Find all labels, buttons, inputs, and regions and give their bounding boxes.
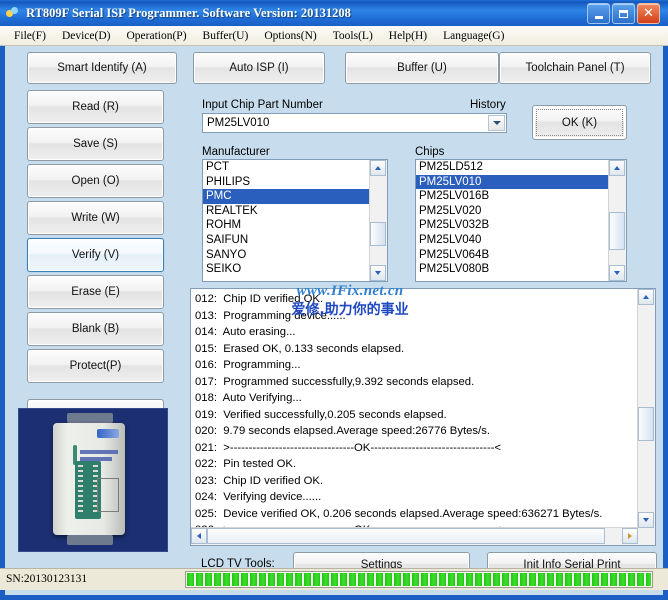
progress-bar-fill	[187, 573, 651, 586]
verify-button[interactable]: Verify (V)	[27, 238, 164, 272]
programmer-device-photo	[18, 408, 168, 552]
chips-label: Chips	[415, 146, 445, 158]
auto-isp-button[interactable]: Auto ISP (I)	[193, 52, 325, 84]
log-lines: 012: Chip ID verified OK. 013: Programmi…	[191, 291, 638, 536]
top-toolbar: Smart Identify (A) Auto ISP (I) Buffer (…	[5, 52, 663, 84]
minimize-button[interactable]	[587, 3, 610, 24]
list-item[interactable]: PM25LV080B	[416, 262, 609, 277]
buffer-button[interactable]: Buffer (U)	[345, 52, 499, 84]
list-item[interactable]: PM25LV064B	[416, 248, 609, 263]
ok-button[interactable]: OK (K)	[532, 105, 627, 140]
scroll-up-icon[interactable]	[609, 160, 625, 176]
smart-identify-button[interactable]: Smart Identify (A)	[27, 52, 177, 84]
serial-number-label: SN:20130123131	[6, 573, 88, 585]
menu-item-device[interactable]: Device(D)	[54, 28, 119, 44]
menu-item-buffer[interactable]: Buffer(U)	[195, 28, 257, 44]
menu-item-file[interactable]: File(F)	[6, 28, 54, 44]
read-button[interactable]: Read (R)	[27, 90, 164, 124]
log-line: 024: Verifying device......	[195, 491, 322, 503]
open-button[interactable]: Open (O)	[27, 164, 164, 198]
erase-button[interactable]: Erase (E)	[27, 275, 164, 309]
scroll-down-icon[interactable]	[370, 265, 386, 281]
list-item[interactable]: SANYO	[203, 248, 370, 263]
log-line: 015: Erased OK, 0.133 seconds elapsed.	[195, 342, 405, 355]
title-bar: RT809F Serial ISP Programmer. Software V…	[0, 0, 668, 26]
window-title: RT809F Serial ISP Programmer. Software V…	[26, 5, 351, 20]
manufacturer-rows: PCT PHILIPS PMC REALTEK ROHM SAIFUN SANY…	[203, 160, 370, 281]
list-item[interactable]: PM25LV032B	[416, 218, 609, 233]
blank-button[interactable]: Blank (B)	[27, 312, 164, 346]
scroll-down-icon[interactable]	[638, 512, 654, 528]
scrollbar-thumb[interactable]	[370, 222, 386, 246]
list-item[interactable]: PCT	[203, 160, 370, 175]
log-line: 023: Chip ID verified OK.	[195, 474, 324, 487]
manufacturer-scrollbar[interactable]	[369, 160, 387, 281]
close-button[interactable]: ✕	[637, 3, 660, 24]
log-line: 018: Auto Verifying...	[195, 392, 302, 404]
scrollbar-thumb-horizontal[interactable]	[207, 528, 605, 544]
scroll-down-icon[interactable]	[609, 265, 625, 281]
history-label: History	[470, 99, 506, 111]
list-item[interactable]: REALTEK	[203, 204, 370, 219]
window-controls: ✕	[587, 3, 660, 24]
chip-part-number-value: PM25LV010	[207, 117, 270, 129]
list-item-selected[interactable]: PM25LV010	[416, 174, 609, 190]
scroll-left-icon[interactable]	[191, 528, 207, 544]
log-line: 020: 9.79 seconds elapsed.Average speed:…	[195, 425, 490, 437]
protect-button[interactable]: Protect(P)	[27, 349, 164, 383]
status-bar: SN:20130123131	[0, 568, 668, 590]
chip-part-number-combobox[interactable]: PM25LV010	[202, 113, 507, 133]
list-item[interactable]: PM25LV020	[416, 204, 609, 219]
log-line: 014: Auto erasing...	[195, 326, 296, 338]
list-item[interactable]: SAIFUN	[203, 233, 370, 248]
scrollbar-thumb[interactable]	[609, 212, 625, 250]
manufacturer-label: Manufacturer	[202, 146, 270, 158]
progress-bar	[185, 571, 653, 588]
log-line: 013: Programming device......	[195, 309, 346, 322]
manufacturer-listbox[interactable]: PCT PHILIPS PMC REALTEK ROHM SAIFUN SANY…	[202, 159, 388, 282]
log-line: 016: Programming...	[195, 359, 301, 371]
scrollbar-thumb[interactable]	[638, 407, 654, 441]
menu-item-language[interactable]: Language(G)	[435, 28, 512, 44]
scroll-up-icon[interactable]	[370, 160, 386, 176]
app-sparkle-icon	[5, 5, 21, 21]
log-line: 021: >---------------------------------O…	[195, 441, 502, 454]
chips-rows: PM25LD512 PM25LV010 PM25LV016B PM25LV020…	[416, 160, 609, 281]
menu-item-options[interactable]: Options(N)	[256, 28, 324, 44]
log-line: 012: Chip ID verified OK.	[195, 293, 324, 305]
write-button[interactable]: Write (W)	[27, 201, 164, 235]
list-item[interactable]: PM25LV016B	[416, 189, 609, 204]
log-line: 025: Device verified OK, 0.206 seconds e…	[195, 507, 603, 520]
log-line: 019: Verified successfully,0.205 seconds…	[195, 408, 447, 421]
maximize-button[interactable]	[612, 3, 635, 24]
list-item[interactable]: PM25LD512	[416, 160, 609, 175]
toolchain-panel-button[interactable]: Toolchain Panel (T)	[499, 52, 651, 84]
chips-scrollbar[interactable]	[608, 160, 626, 281]
list-item[interactable]: PM25LV040	[416, 233, 609, 248]
log-line: 017: Programmed successfully,9.392 secon…	[195, 375, 475, 388]
application-window: RT809F Serial ISP Programmer. Software V…	[0, 0, 668, 600]
log-line: 022: Pin tested OK.	[195, 458, 297, 470]
list-item-selected[interactable]: PMC	[203, 189, 370, 204]
scroll-right-icon[interactable]	[622, 528, 638, 544]
menu-item-tools[interactable]: Tools(L)	[325, 28, 381, 44]
menu-bar: File(F) Device(D) Operation(P) Buffer(U)…	[0, 26, 668, 46]
list-item[interactable]: SEIKO	[203, 262, 370, 277]
list-item[interactable]: PHILIPS	[203, 175, 370, 190]
chevron-down-icon[interactable]	[488, 115, 505, 131]
chips-listbox[interactable]: PM25LD512 PM25LV010 PM25LV016B PM25LV020…	[415, 159, 627, 282]
scroll-up-icon[interactable]	[638, 289, 654, 305]
input-chip-part-number-label: Input Chip Part Number	[202, 99, 323, 111]
operation-log-panel[interactable]: 012: Chip ID verified OK. 013: Programmi…	[190, 288, 656, 546]
log-vertical-scrollbar[interactable]	[637, 289, 655, 528]
list-item[interactable]: ROHM	[203, 218, 370, 233]
operation-sidebar: Read (R) Save (S) Open (O) Write (W) Ver…	[5, 90, 175, 436]
log-horizontal-scrollbar[interactable]	[191, 527, 638, 545]
scrollbar-corner	[638, 528, 655, 545]
save-button[interactable]: Save (S)	[27, 127, 164, 161]
menu-item-help[interactable]: Help(H)	[381, 28, 435, 44]
menu-item-operation[interactable]: Operation(P)	[118, 28, 194, 44]
